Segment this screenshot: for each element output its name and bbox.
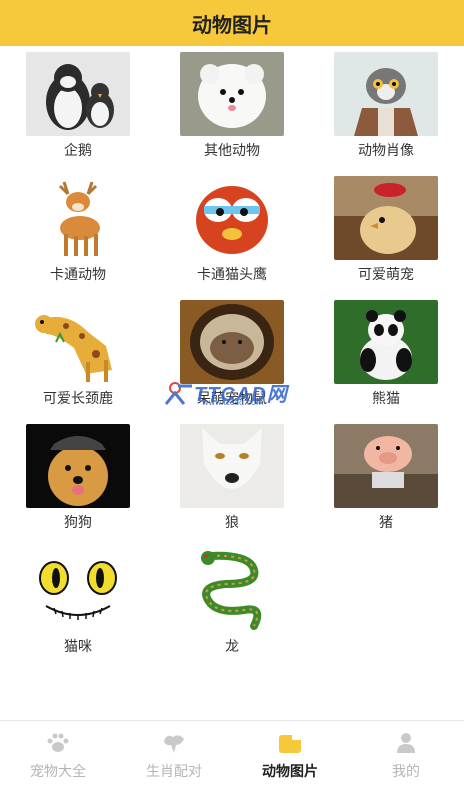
category-label: 猫咪 (64, 639, 92, 655)
tab-mine[interactable]: 我的 (348, 721, 464, 785)
category-label: 狼 (225, 515, 239, 531)
category-cute-pets[interactable]: 可爱萌宠 (321, 176, 451, 290)
category-label: 龙 (225, 639, 239, 655)
category-dragon[interactable]: 龙 (167, 548, 297, 662)
paw-icon (47, 733, 69, 752)
panda-image (334, 300, 438, 384)
category-panda[interactable]: 熊猫 (321, 300, 451, 414)
folder-icon (279, 735, 301, 753)
category-dogs[interactable]: 狗狗 (13, 424, 143, 538)
page-title: 动物图片 (192, 12, 272, 37)
category-label: 可爱长颈鹿 (43, 391, 113, 407)
white-pomeranian-image (180, 52, 284, 136)
category-wolf[interactable]: 狼 (167, 424, 297, 538)
tab-animal-images[interactable]: 动物图片 (232, 721, 348, 785)
tab-label: 宠物大全 (30, 764, 86, 780)
user-icon (397, 733, 415, 753)
category-cartoon-animals[interactable]: 卡通动物 (13, 176, 143, 290)
category-cats[interactable]: 猫咪 (13, 548, 143, 662)
tab-label: 动物图片 (262, 764, 318, 780)
category-label: 狗狗 (64, 515, 92, 531)
category-label: 卡通猫头鹰 (197, 267, 267, 283)
category-label: 企鹅 (64, 143, 92, 159)
cartoon-deer-image (26, 176, 130, 260)
cartoon-owl-image (180, 176, 284, 260)
cartoon-cat-face-image (26, 548, 130, 632)
hamster-image (180, 300, 284, 384)
category-label: 动物肖像 (358, 143, 414, 159)
page-title-bar: 动物图片 (0, 0, 464, 46)
lemur-portrait-image (334, 52, 438, 136)
category-label: 卡通动物 (50, 267, 106, 283)
category-pig[interactable]: 猪 (321, 424, 451, 538)
penguin-plush-image (26, 52, 130, 136)
green-dragon-image (180, 548, 284, 632)
category-animal-portrait[interactable]: 动物肖像 (321, 52, 451, 166)
category-label: 其他动物 (204, 143, 260, 159)
category-penguin[interactable]: 企鹅 (13, 52, 143, 166)
watermark-subtext: www.ttcad.com (202, 398, 264, 407)
white-wolf-image (180, 424, 284, 508)
site-watermark: TTCAD网 www.ttcad.com (164, 378, 288, 407)
watermark-logo-icon (164, 381, 192, 405)
tab-label: 生肖配对 (146, 764, 202, 780)
chick-with-hat-image (334, 176, 438, 260)
category-other-animals[interactable]: 其他动物 (167, 52, 297, 166)
bottom-tab-bar: 宠物大全 生肖配对 动物图片 我的 (0, 720, 464, 785)
dog-with-cap-image (26, 424, 130, 508)
category-cute-giraffe[interactable]: 可爱长颈鹿 (13, 300, 143, 414)
zodiac-icon (164, 735, 184, 753)
category-label: 猪 (379, 515, 393, 531)
tab-pet-encyclopedia[interactable]: 宠物大全 (0, 721, 116, 785)
tab-label: 我的 (392, 764, 420, 780)
pig-toy-image (334, 424, 438, 508)
category-label: 熊猫 (372, 391, 400, 407)
cartoon-giraffe-image (26, 300, 130, 384)
category-label: 可爱萌宠 (358, 267, 414, 283)
category-cartoon-owl[interactable]: 卡通猫头鹰 (167, 176, 297, 290)
tab-zodiac-match[interactable]: 生肖配对 (116, 721, 232, 785)
